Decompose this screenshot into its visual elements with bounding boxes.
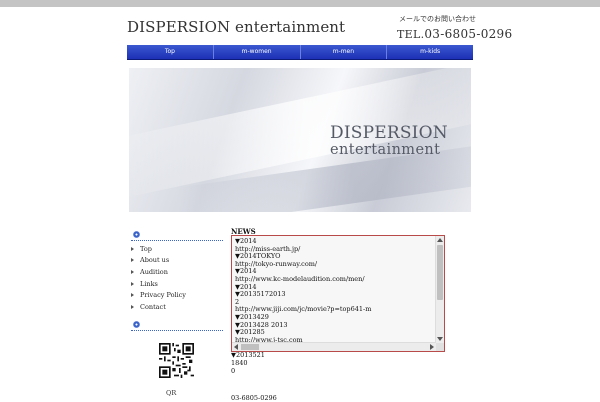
sidebar-item-links[interactable]: Links (131, 278, 223, 290)
sidebar-item-label: About us (140, 256, 170, 265)
sidebar-item-privacy-policy[interactable]: Privacy Policy (131, 289, 223, 301)
hero-title: DISPERSION (330, 123, 448, 143)
nav-item-m-kids[interactable]: m-kids (387, 45, 473, 59)
bullet-icon (131, 304, 134, 309)
horizontal-scrollbar[interactable] (232, 342, 436, 351)
phone-number: TEL.03-6805-0296 (397, 27, 512, 41)
tel-prefix: TEL. (397, 28, 425, 41)
top-bar (0, 0, 600, 7)
mail-label: メールでのお問い合わせ (399, 15, 476, 23)
sidebar-divider (131, 240, 223, 242)
nav-item-m-men[interactable]: m-men (301, 45, 388, 59)
qr-code-icon[interactable] (159, 343, 194, 378)
scroll-left-icon[interactable] (234, 344, 238, 350)
sidebar-item-label: Top (140, 244, 152, 253)
scroll-right-icon[interactable] (430, 344, 434, 350)
sidebar-badge-icon (133, 231, 140, 238)
vertical-scrollbar[interactable] (435, 236, 444, 343)
hero-subtitle: entertainment (330, 142, 441, 158)
bullet-icon (131, 246, 134, 251)
sidebar-item-label: Audition (140, 267, 168, 276)
tel-number: 03-6805-0296 (424, 27, 513, 41)
sidebar-item-contact[interactable]: Contact (131, 301, 223, 313)
qr-label: QR (166, 389, 177, 397)
bullet-icon (131, 281, 134, 286)
scroll-up-icon[interactable] (437, 238, 443, 242)
sidebar-menu: Top About us Audition Links Privacy Poli… (131, 243, 223, 313)
nav-item-top[interactable]: Top (127, 45, 214, 59)
news-line: http://www.kc-modelaudition.com/men/ (235, 274, 365, 283)
sidebar-item-label: Privacy Policy (140, 291, 186, 300)
resize-handle[interactable] (436, 343, 444, 351)
news-line: http://tokyo-runway.com/ (235, 259, 318, 268)
news-line: ▼2013428 2013 (235, 320, 288, 329)
bullet-icon (131, 293, 134, 298)
sidebar-item-audition[interactable]: Audition (131, 266, 223, 278)
scroll-down-icon[interactable] (437, 337, 443, 341)
news-extra-lines: ▼2013521 1840 0 (231, 351, 265, 375)
news-textarea[interactable]: ▼2014 http://miss-earth.jp/▼2014TOKYO http… (231, 235, 445, 352)
sidebar-item-label: Links (140, 279, 158, 288)
contact-block: メールでのお問い合わせ TEL.03-6805-0296 (397, 14, 512, 41)
news-content: ▼2014 http://miss-earth.jp/▼2014TOKYO http… (232, 236, 437, 342)
site-logo[interactable]: DISPERSION entertainment (127, 18, 345, 36)
scroll-thumb[interactable] (437, 245, 443, 300)
sidebar-item-top[interactable]: Top (131, 243, 223, 255)
footer-phone: 03-6805-0296 (231, 394, 277, 402)
sidebar-item-label: Contact (140, 302, 166, 311)
main-nav: Top m-women m-men m-kids (127, 45, 473, 60)
bullet-icon (131, 269, 134, 274)
news-extra-line: 0 (231, 366, 236, 375)
news-line: ▼20135172013 (235, 290, 286, 299)
sidebar-divider (131, 330, 223, 332)
bullet-icon (131, 258, 134, 263)
nav-item-m-women[interactable]: m-women (214, 45, 301, 59)
sidebar-item-about-us[interactable]: About us (131, 255, 223, 267)
news-extra-line: 1840 (231, 358, 248, 367)
scroll-thumb[interactable] (241, 344, 259, 350)
hero-banner: DISPERSION entertainment (129, 68, 471, 212)
mail-contact-link[interactable]: メールでのお問い合わせ (397, 14, 476, 24)
sidebar-badge-icon (133, 321, 140, 328)
